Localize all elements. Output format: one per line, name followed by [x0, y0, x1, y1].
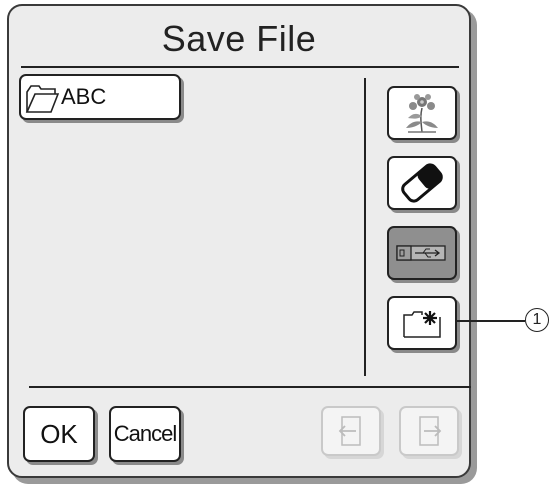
flower-pattern-icon — [400, 92, 444, 134]
list-divider — [364, 78, 366, 376]
file-item-abc[interactable]: ABC — [19, 74, 181, 120]
prev-page-button[interactable] — [321, 406, 381, 456]
save-file-dialog: Save File ABC OK Cancel — [7, 4, 471, 478]
cancel-button[interactable]: Cancel — [109, 406, 181, 462]
callout-marker: 1 — [525, 308, 549, 332]
embroidery-pattern-button[interactable] — [387, 86, 457, 140]
memory-chip-icon — [399, 163, 445, 203]
new-folder-button[interactable] — [387, 296, 457, 350]
page-right-arrow-icon — [414, 415, 444, 447]
callout-leader-line — [457, 320, 525, 322]
usb-media-button[interactable] — [387, 226, 457, 280]
dialog-title: Save File — [161, 18, 317, 59]
ok-button[interactable]: OK — [23, 406, 95, 462]
page-left-arrow-icon — [336, 415, 366, 447]
machine-memory-button[interactable] — [387, 156, 457, 210]
title-divider — [21, 66, 459, 68]
footer-divider — [29, 386, 471, 388]
new-folder-icon — [400, 307, 444, 339]
file-item-label: ABC — [61, 84, 107, 109]
usb-icon — [395, 242, 449, 264]
folder-icon — [25, 80, 59, 114]
next-page-button[interactable] — [399, 406, 459, 456]
